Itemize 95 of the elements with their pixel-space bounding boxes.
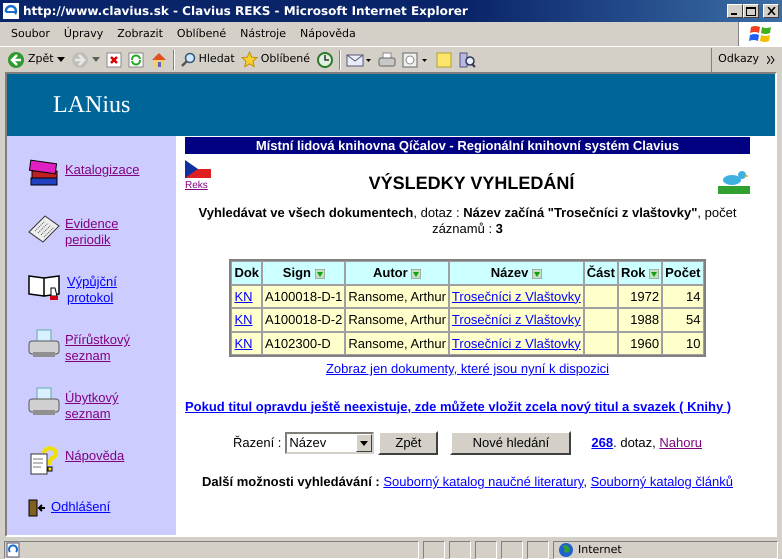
catalog-link[interactable]: Souborný katalog článků [590,474,733,489]
catalog-link[interactable]: Souborný katalog naučné literatury [383,474,584,489]
globe-icon [558,542,574,558]
sidebar-link[interactable]: Evidence periodik [65,216,118,248]
history-icon [316,50,334,68]
new-search-button[interactable]: Nové hledání [450,431,572,455]
column-header: Dok [231,261,262,284]
back-icon [7,50,25,68]
table-cell: 1960 [618,332,662,355]
dropdown-icon [92,56,100,62]
table-cell: A100018-D-1 [262,284,346,308]
table-cell: 14 [662,284,704,308]
column-header[interactable]: Autor [345,261,449,284]
close-icon [766,7,776,15]
table-cell: 1988 [618,308,662,332]
sidebar-link[interactable]: Katalogizace [65,162,140,178]
table-cell: Ransome, Arthur [345,284,449,308]
maximize-icon [746,6,756,16]
status-panel [501,541,523,559]
toolbar-button[interactable]: Oblíbené [238,51,313,68]
query-summary: Vyhledávat ve všech dokumentech, dotaz : Název začíná "Trosečníci z vlaštovky", počet záznamů : 3 [198,205,736,236]
column-header[interactable]: Název [448,261,584,284]
new-title-link[interactable]: Pokud titul opravdu ještě neexistuje, zde můžete vložit zcela nový titul a svazek ( Knihy ) [185,398,732,414]
available-link[interactable]: Zobraz jen dokumenty, které jsou nyní k dispozici [326,361,609,376]
sidebar-link[interactable]: Výpůjční protokol [67,274,117,306]
sidebar-link[interactable]: Nápověda [65,448,124,464]
back-button[interactable]: Zpět [378,431,438,455]
flag-icon [185,160,211,178]
table-cell: 54 [662,308,704,332]
table-cell: A102300-D [262,332,346,355]
dropdown-icon [56,56,65,62]
sidebar-link[interactable]: Přírůstkový seznam [65,332,130,364]
browser-icon [3,3,19,19]
query-number-link[interactable]: 268 [591,435,614,450]
status-panel [475,541,497,559]
table-cell: 10 [662,332,704,355]
maximize-button[interactable] [743,4,759,18]
sort-icon[interactable] [411,268,422,279]
page-icon [5,542,21,558]
windows-logo [748,23,772,45]
reks-link[interactable]: Reks [185,178,208,193]
links-label[interactable]: Odkazy [718,51,759,68]
chevron-icon [767,56,776,64]
column-header[interactable]: Sign [262,261,346,284]
printer-icon [378,52,396,68]
printer-icon [27,386,61,418]
table-cell: A100018-D-2 [262,308,346,332]
close-button[interactable] [763,4,779,18]
column-header[interactable]: Rok [618,261,662,284]
note-icon [436,52,452,68]
door-icon [27,498,47,518]
menu-item[interactable]: Oblíbené [170,26,234,42]
status-panel [423,541,445,559]
menu-item[interactable]: Nástroje [233,26,294,42]
column-header: Část [584,261,618,284]
more-label: Další možnosti vyhledávání : [202,474,380,489]
refresh-icon [128,52,144,68]
home-icon [150,50,168,68]
separator: , [583,474,587,489]
sidebar-link[interactable]: Odhlášení [51,499,110,515]
window-title: http://www.clavius.sk - Clavius REKS - Microsoft Internet Explorer [23,3,468,20]
table-cell: Ransome, Arthur [345,332,449,355]
toolbar-button[interactable]: Zpět [4,50,68,68]
menu-item[interactable]: Soubor [4,26,57,42]
star-icon [240,51,258,68]
table-cell: Ransome, Arthur [345,308,449,332]
sort-icon[interactable] [314,268,325,279]
forward-icon [70,50,89,68]
top-link[interactable]: Nahoru [659,435,702,450]
stop-icon [106,52,122,68]
minimize-button[interactable] [727,4,743,18]
printer-icon [27,328,61,360]
zone-label: Internet [578,542,622,558]
menu-item[interactable]: Zobrazit [110,26,170,42]
status-panel [527,541,549,559]
logo: LANius [53,91,130,120]
status-panel [449,541,471,559]
page-heading: VÝSLEDKY VYHLEDÁNÍ [368,173,574,193]
sort-select[interactable]: Název [285,432,374,454]
query-text: . dotaz, [613,435,656,450]
sort-icon[interactable] [649,268,660,279]
sort-label: Řazení : [232,434,282,452]
toolbar-button[interactable]: Hledat [176,51,238,68]
search-icon [180,52,196,68]
column-header: Počet [662,261,704,284]
menu-item[interactable]: Úpravy [56,26,110,42]
sort-icon[interactable] [532,268,542,279]
sidebar-link[interactable]: Úbytkový seznam [65,390,118,422]
edit-icon [402,52,430,68]
messenger-icon [458,50,476,68]
banner: Místní lidová knihovna Qíčalov - Regionální knihovní systém Clavius [185,137,750,154]
menu-item[interactable]: Nápověda [293,26,363,42]
table-cell: 1972 [618,284,662,308]
mail-icon [346,52,372,68]
dropdown-icon [360,440,368,446]
